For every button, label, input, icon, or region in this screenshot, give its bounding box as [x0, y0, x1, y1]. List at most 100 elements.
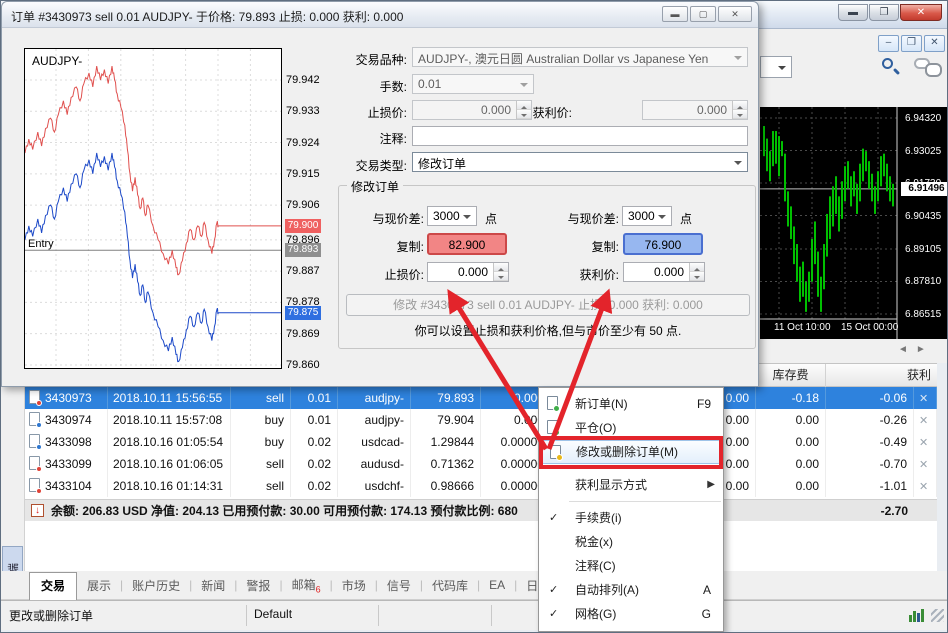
spin-up-icon[interactable] [733, 101, 747, 110]
order-type-combobox[interactable]: 修改订单 [412, 152, 748, 172]
tab-新闻[interactable]: 新闻 [201, 577, 225, 594]
tick-chart-price-label: 79.887 [286, 265, 320, 277]
sell-order-icon [29, 456, 40, 470]
takeprofit-label: 获利价: [507, 104, 572, 121]
status-profile[interactable]: Default [254, 607, 292, 621]
close-order-icon[interactable]: ✕ [914, 459, 928, 471]
doc-new-icon [547, 396, 558, 410]
order-cell-type: sell [231, 387, 291, 409]
menu-item-自动排列(A)[interactable]: 自动排列(A)✓A [539, 578, 723, 602]
chevron-down-icon [520, 83, 528, 91]
order-cell-price: 0.71362 [411, 453, 481, 475]
order-cell-close: ✕ [914, 453, 937, 475]
chat-icon[interactable] [914, 58, 930, 69]
spin-down-icon[interactable] [733, 110, 747, 119]
candle-chart-svg [760, 107, 948, 339]
close-order-icon[interactable]: ✕ [914, 415, 928, 427]
menu-item-注释(C)[interactable]: 注释(C) [539, 554, 723, 578]
menu-item-税金(x)[interactable]: 税金(x) [539, 530, 723, 554]
toolbar-dropdown[interactable] [760, 56, 792, 78]
zoom-icon[interactable] [882, 58, 893, 69]
tab-警报[interactable]: 警报 [246, 577, 270, 594]
candle-chart-price-label: 6.93025 [905, 146, 941, 157]
order-cell-order: 3433104 [25, 475, 108, 497]
column-header-profit[interactable]: 获利 [826, 364, 937, 387]
child-close-button[interactable]: ✕ [924, 35, 945, 52]
chevron-down-icon [734, 161, 742, 169]
order-cell-lots: 0.02 [291, 431, 338, 453]
tp-diff-combobox[interactable]: 3000 [622, 206, 672, 226]
candle-chart-price-label: 6.90435 [905, 211, 941, 222]
terminal-tabs-bar: 交易 展示|账户历史|新闻|警报|邮箱6|市场|信号|代码库|EA|日志 [1, 571, 948, 600]
child-restore-button[interactable]: ❐ [901, 35, 922, 52]
order-cell-profit: -1.01 [826, 475, 914, 497]
copy-stoploss-button[interactable]: 82.900 [427, 233, 507, 255]
tab-代码库[interactable]: 代码库 [432, 577, 468, 594]
dialog-title: 订单 #3430973 sell 0.01 AUDJPY- 于价格: 79.89… [11, 8, 403, 25]
spin-up-icon[interactable] [690, 263, 704, 272]
candle-chart-price-label: 6.86515 [905, 309, 941, 320]
tab-separator: | [120, 578, 123, 592]
dialog-minimize-button[interactable]: ▬ [662, 6, 688, 22]
tab-展示[interactable]: 展示 [87, 577, 111, 594]
child-minimize-button[interactable]: – [878, 35, 899, 52]
order-cell-swap: 0.00 [756, 453, 826, 475]
dialog-close-button[interactable]: ✕ [718, 6, 752, 22]
order-row[interactable]: 34309742018.10.11 15:57:08buy0.01audjpy-… [25, 409, 937, 431]
modify-stoploss-spinner[interactable]: 0.000 [427, 262, 509, 282]
spin-down-icon[interactable] [494, 272, 508, 281]
main-close-button[interactable]: ✕ [900, 4, 942, 21]
order-row[interactable]: 34330992018.10.16 01:06:05sell0.02audusd… [25, 453, 937, 475]
menu-item-网格(G)[interactable]: 网格(G)✓G [539, 602, 723, 626]
close-order-icon[interactable]: ✕ [914, 393, 928, 405]
menu-item-手续费(i)[interactable]: 手续费(i)✓ [539, 506, 723, 530]
order-row[interactable]: 34331042018.10.16 01:14:31sell0.02usdchf… [25, 475, 937, 497]
comment-input[interactable] [412, 126, 748, 146]
sell-order-icon [29, 390, 40, 404]
menu-item-获利显示方式[interactable]: 获利显示方式▶ [539, 473, 723, 497]
spin-down-icon[interactable] [690, 272, 704, 281]
volume-combobox[interactable]: 0.01 [412, 74, 534, 94]
main-minimize-button[interactable]: ▬ [838, 4, 868, 21]
tab-separator: | [477, 578, 480, 592]
order-cell-swap: 0.00 [756, 431, 826, 453]
menu-item-修改或删除订单(M)[interactable]: 修改或删除订单(M) [541, 440, 721, 464]
resize-grip[interactable] [931, 609, 944, 622]
sl-diff-combobox[interactable]: 3000 [427, 206, 477, 226]
tab-trade[interactable]: 交易 [29, 572, 77, 600]
orders-table: 34309732018.10.11 15:56:55sell0.01audjpy… [25, 387, 937, 571]
tab-信号[interactable]: 信号 [387, 577, 411, 594]
chart-scrollbar[interactable]: ◄► [898, 344, 934, 355]
column-header-swap[interactable]: 库存费 [756, 364, 826, 387]
close-order-icon[interactable]: ✕ [914, 437, 928, 449]
order-cell-symbol: audusd- [338, 453, 411, 475]
order-cell-order: 3430974 [25, 409, 108, 431]
copy-takeprofit-button[interactable]: 76.900 [623, 233, 703, 255]
tab-邮箱[interactable]: 邮箱6 [292, 576, 321, 594]
close-order-icon[interactable]: ✕ [914, 481, 928, 493]
order-row[interactable]: 34309732018.10.11 15:56:55sell0.01audjpy… [25, 387, 937, 409]
spin-up-icon[interactable] [494, 263, 508, 272]
order-cell-symbol: usdcad- [338, 431, 411, 453]
modify-order-button[interactable]: 修改 #3430973 sell 0.01 AUDJPY- 止损: 0.000 … [346, 294, 750, 316]
menu-item-新订单(N)[interactable]: 新订单(N)F9 [539, 392, 723, 416]
order-cell-close: ✕ [914, 409, 937, 431]
order-cell-lots: 0.02 [291, 453, 338, 475]
modify-takeprofit-spinner[interactable]: 0.000 [623, 262, 705, 282]
tab-市场[interactable]: 市场 [342, 577, 366, 594]
order-row[interactable]: 34330982018.10.16 01:05:54buy0.02usdcad-… [25, 431, 937, 453]
tab-账户历史[interactable]: 账户历史 [132, 577, 180, 594]
dialog-titlebar[interactable]: 订单 #3430973 sell 0.01 AUDJPY- 于价格: 79.89… [2, 2, 758, 28]
takeprofit-spinner[interactable]: 0.000 [642, 100, 748, 120]
menu-shortcut: F9 [697, 392, 711, 416]
main-maximize-button[interactable]: ❐ [869, 4, 899, 21]
doc-modify-icon [550, 445, 561, 459]
menu-item-label: 网格(G) [575, 607, 616, 621]
symbol-combobox[interactable]: AUDJPY-, 澳元日圆 Australian Dollar vs Japan… [412, 47, 748, 67]
usdcnh-chart[interactable]: 6.943206.930256.917306.904356.891056.878… [760, 107, 948, 339]
tab-EA[interactable]: EA [489, 578, 505, 592]
status-action-text: 更改或删除订单 [9, 607, 93, 624]
dialog-maximize-button[interactable]: ▢ [690, 6, 716, 22]
copy-sl-label: 复制: [377, 238, 424, 255]
menu-item-平仓(O)[interactable]: 平仓(O) [539, 416, 723, 440]
